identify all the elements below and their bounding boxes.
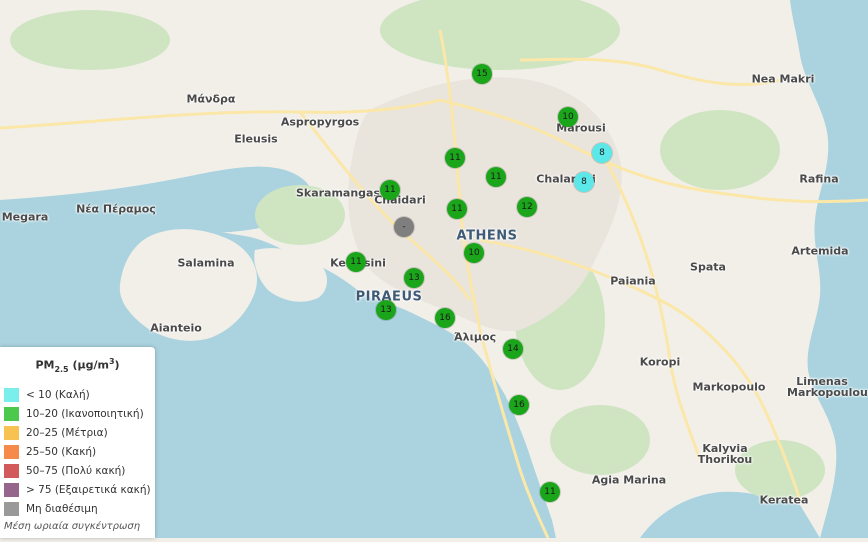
- legend-item-poor: 25–50 (Κακή): [4, 443, 151, 462]
- station-marker[interactable]: 15: [472, 64, 492, 84]
- station-value: 10: [468, 248, 480, 258]
- legend-swatch: [4, 407, 19, 422]
- station-marker[interactable]: 10: [464, 243, 484, 263]
- station-value: 11: [449, 153, 461, 163]
- station-value: 13: [380, 305, 392, 315]
- legend-title: PM2.5 (µg/m3): [35, 357, 120, 374]
- place-nea-peramos: Νέα Πέραμος: [76, 202, 156, 216]
- legend-note: Μέση ωριαία συγκέντρωση: [4, 520, 141, 532]
- place-skaramangas: Skaramangas: [295, 186, 381, 200]
- legend-swatch: [4, 464, 19, 479]
- legend-item-very-poor: 50–75 (Πολύ κακή): [4, 462, 151, 481]
- legend-swatch: [4, 426, 19, 441]
- legend-panel: PM2.5 (µg/m3) < 10 (Καλή) 10–20 (Ικανοπο…: [0, 347, 155, 538]
- green-area: [550, 405, 650, 475]
- station-value: 11: [350, 257, 362, 267]
- place-megara: Megara: [1, 210, 49, 224]
- station-marker[interactable]: 11: [447, 199, 467, 219]
- station-value: 8: [581, 177, 587, 187]
- legend-label: 50–75 (Πολύ κακή): [26, 465, 126, 478]
- station-marker[interactable]: 11: [540, 482, 560, 502]
- station-marker[interactable]: -: [394, 217, 414, 237]
- legend-item-extremely-poor: > 75 (Εξαιρετικά κακή): [4, 481, 151, 500]
- legend-swatch: [4, 502, 19, 517]
- place-athens: ATHENS: [456, 228, 518, 244]
- station-value: 8: [599, 148, 605, 158]
- legend-swatch: [4, 445, 19, 460]
- station-marker[interactable]: 11: [486, 167, 506, 187]
- place-keratea: Keratea: [759, 493, 809, 507]
- station-value: 11: [384, 185, 396, 195]
- legend-swatch: [4, 388, 19, 403]
- legend-label: < 10 (Καλή): [26, 389, 90, 402]
- station-marker[interactable]: 8: [592, 143, 612, 163]
- station-marker[interactable]: 8: [574, 172, 594, 192]
- legend-label: Μη διαθέσιμη: [26, 503, 98, 516]
- legend-item-satisfactory: 10–20 (Ικανοποιητική): [4, 405, 151, 424]
- place-paiania: Paiania: [610, 274, 656, 288]
- place-mandra: Μάνδρα: [186, 92, 236, 106]
- station-marker[interactable]: 11: [445, 148, 465, 168]
- station-value: 11: [451, 204, 463, 214]
- place-aianteio: Aianteio: [150, 321, 202, 335]
- station-marker[interactable]: 11: [346, 252, 366, 272]
- place-eleusis: Eleusis: [234, 132, 278, 146]
- legend-label: 25–50 (Κακή): [26, 446, 97, 459]
- station-value: 10: [562, 112, 574, 122]
- station-value: 16: [513, 400, 525, 410]
- place-limenas-markopoulou: Limenas Markopoulou: [787, 375, 868, 399]
- station-value: 16: [439, 313, 451, 323]
- station-marker[interactable]: 13: [404, 268, 424, 288]
- place-koropi: Koropi: [639, 355, 681, 369]
- station-value: 13: [408, 273, 420, 283]
- place-spata: Spata: [690, 260, 726, 274]
- place-alimos: Άλιμος: [453, 330, 497, 344]
- station-value: 11: [490, 172, 502, 182]
- legend-swatch: [4, 483, 19, 498]
- legend-label: > 75 (Εξαιρετικά κακή): [26, 484, 151, 497]
- legend-label: 20–25 (Μέτρια): [26, 427, 108, 440]
- legend-label: 10–20 (Ικανοποιητική): [26, 408, 144, 421]
- legend-item-good: < 10 (Καλή): [4, 386, 151, 405]
- legend-item-not-available: Μη διαθέσιμη: [4, 500, 151, 519]
- legend-item-moderate: 20–25 (Μέτρια): [4, 424, 151, 443]
- place-nea-makri: Nea Makri: [751, 72, 815, 86]
- station-marker[interactable]: 14: [503, 339, 523, 359]
- place-agia-marina: Agia Marina: [591, 473, 667, 487]
- place-rafina: Rafina: [799, 172, 839, 186]
- place-salamina: Salamina: [177, 256, 235, 270]
- green-area: [10, 10, 170, 70]
- place-markopoulo: Markopoulo: [692, 380, 766, 394]
- station-value: 14: [507, 344, 519, 354]
- station-marker[interactable]: 12: [517, 197, 537, 217]
- place-kalyvia-thorikou: Kalyvia Thorikou: [697, 442, 753, 466]
- place-aspropyrgos: Aspropyrgos: [280, 115, 360, 129]
- station-value: -: [402, 222, 406, 232]
- station-marker[interactable]: 10: [558, 107, 578, 127]
- station-marker[interactable]: 16: [435, 308, 455, 328]
- station-value: 12: [521, 202, 533, 212]
- place-artemida: Artemida: [791, 244, 849, 258]
- station-marker[interactable]: 11: [380, 180, 400, 200]
- station-value: 11: [544, 487, 556, 497]
- green-area: [660, 110, 780, 190]
- station-value: 15: [476, 69, 488, 79]
- station-marker[interactable]: 13: [376, 300, 396, 320]
- station-marker[interactable]: 16: [509, 395, 529, 415]
